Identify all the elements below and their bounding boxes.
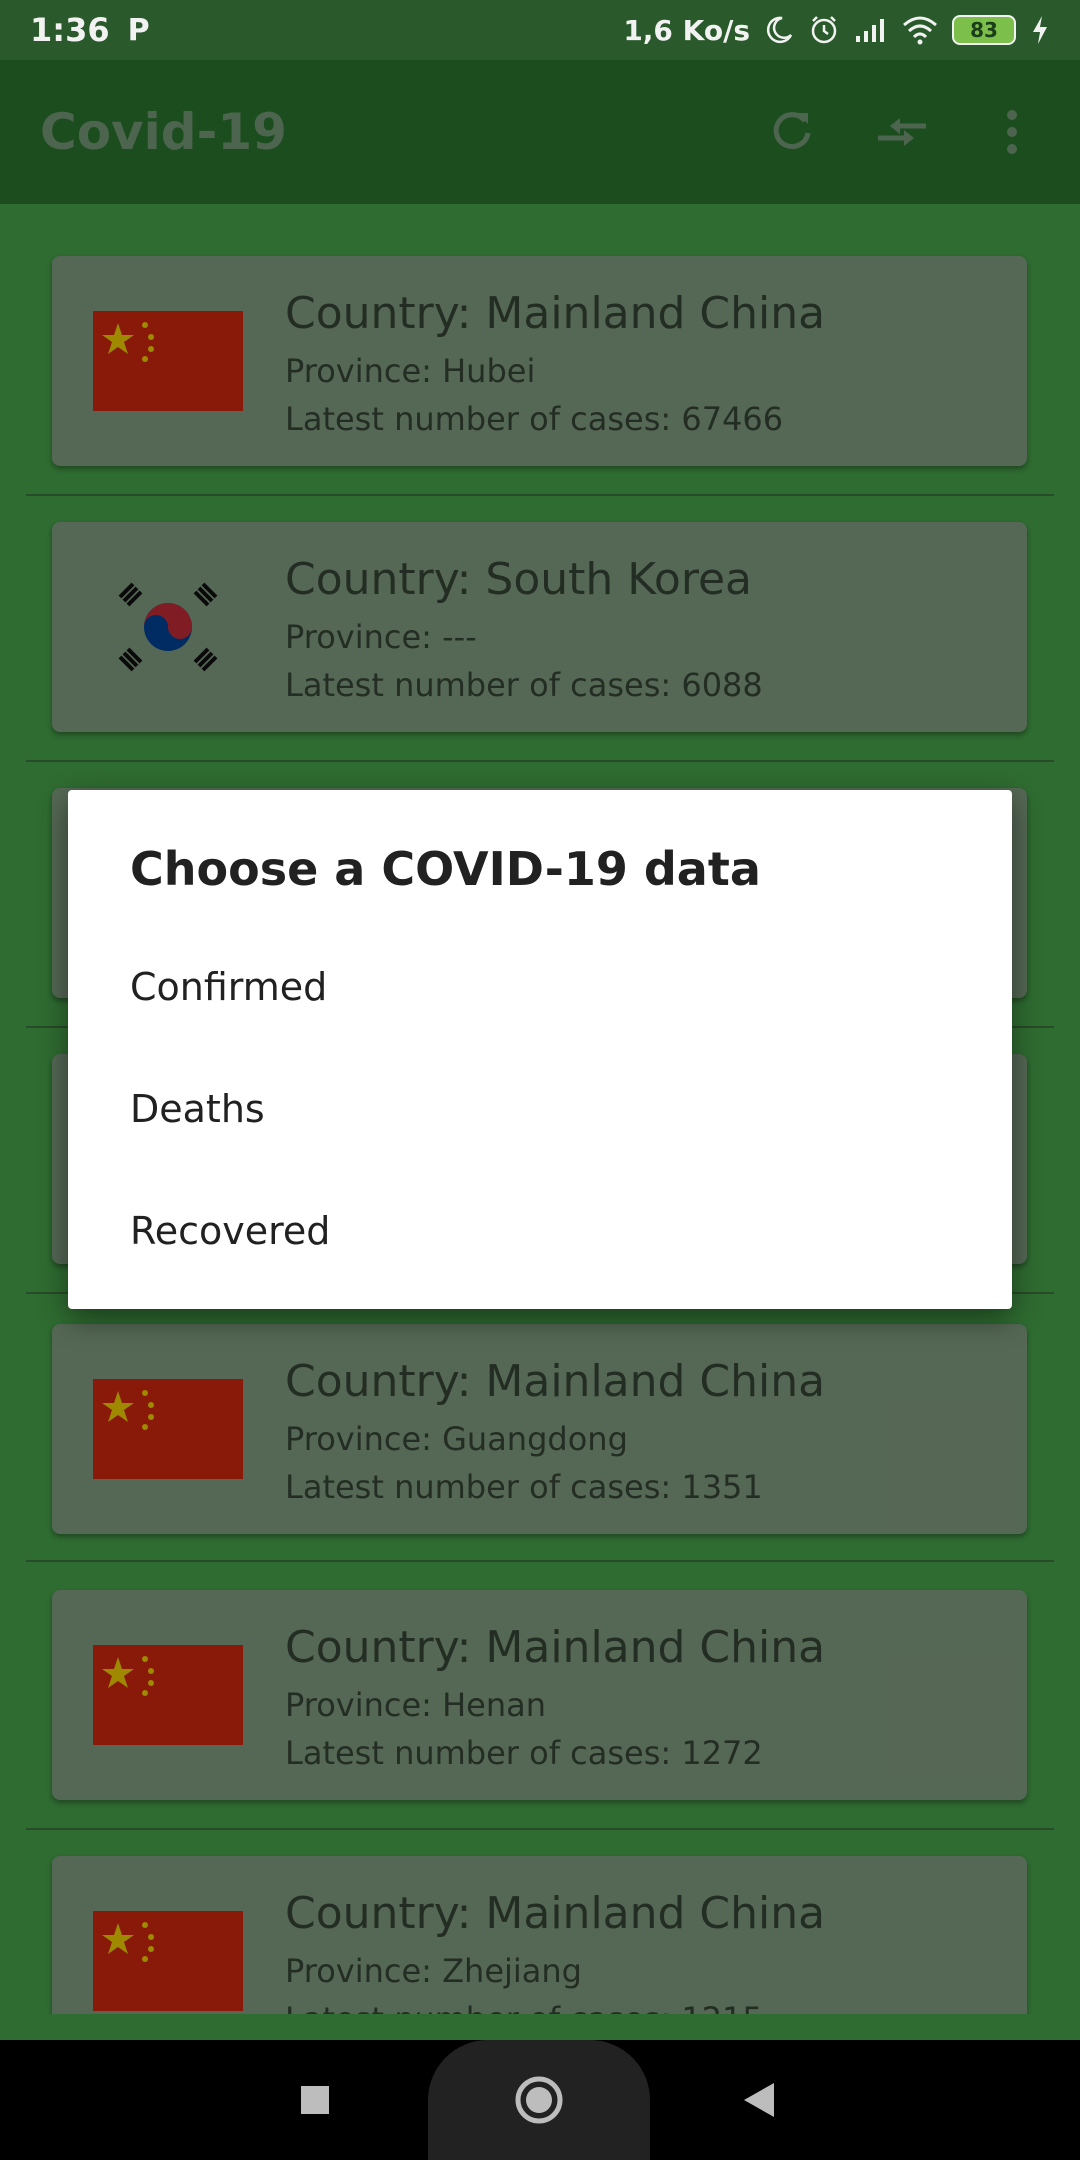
status-bar: 1:36 P 1,6 Ko/s 83	[0, 0, 1080, 60]
recents-square-icon[interactable]	[265, 2040, 365, 2160]
p-icon: P	[127, 12, 150, 48]
battery-icon: 83	[952, 15, 1016, 45]
status-time: 1:36	[30, 11, 110, 49]
signal-icon	[854, 16, 888, 44]
wifi-icon	[902, 15, 938, 45]
back-triangle-icon[interactable]	[709, 2040, 809, 2160]
dialog-title: Choose a COVID-19 data	[130, 842, 761, 896]
alarm-icon	[808, 14, 840, 46]
charging-icon	[1030, 15, 1050, 45]
option-recovered[interactable]: Recovered	[68, 1176, 1012, 1286]
network-speed: 1,6 Ko/s	[623, 13, 750, 47]
option-confirmed[interactable]: Confirmed	[68, 932, 1012, 1042]
navigation-bar	[0, 2040, 1080, 2160]
choose-data-dialog: Choose a COVID-19 data Confirmed Deaths …	[68, 790, 1012, 1309]
status-icons: 1,6 Ko/s 83	[623, 14, 1050, 47]
home-circle-icon[interactable]	[489, 2040, 589, 2160]
moon-icon	[764, 15, 794, 45]
option-deaths[interactable]: Deaths	[68, 1054, 1012, 1164]
